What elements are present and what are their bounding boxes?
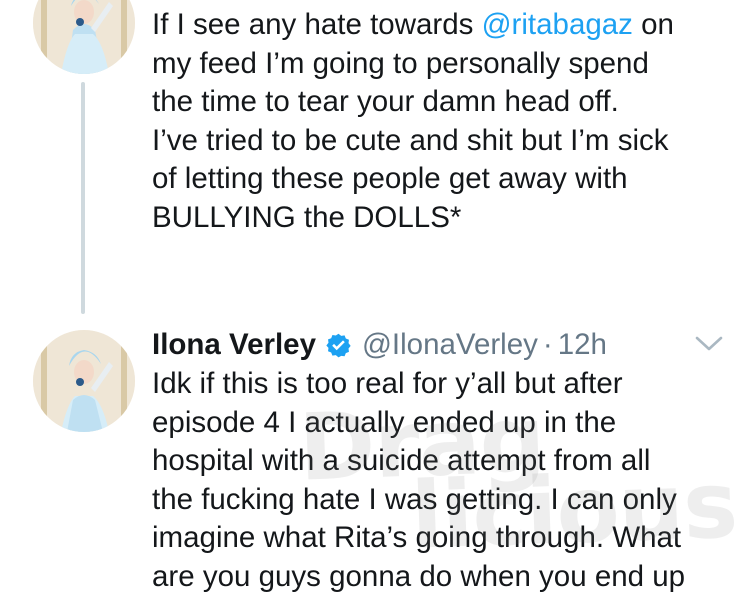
handle[interactable]: @IlonaVerley	[362, 328, 538, 362]
tweet-2-header: Ilona Verley @IlonaVerley · 12h	[152, 325, 607, 365]
separator-dot: ·	[542, 328, 553, 361]
mention-link[interactable]: @ritabagaz	[482, 8, 633, 41]
tweet-2-text: Idk if this is too real for y’all but af…	[152, 365, 722, 597]
tweet-1-line: If I see any hate towards @ritabagaz on	[152, 8, 674, 41]
timestamp[interactable]: 12h	[558, 328, 607, 362]
tweet-1-line: of letting these people get away with	[152, 162, 628, 196]
tweet-2-line: imagine what Rita’s going through. What	[152, 521, 682, 555]
avatar-image	[33, 0, 135, 74]
tweet-2-line: episode 4 I actually ended up in the	[152, 405, 617, 439]
tweet-2-line: are you guys gonna do when you end up	[152, 559, 686, 593]
tweet-2-line: hospital with a suicide attempt from all	[152, 444, 651, 478]
thread-line	[81, 82, 85, 314]
tweet-1-text: If I see any hate towards @ritabagaz on …	[152, 6, 722, 238]
display-name[interactable]: Ilona Verley	[152, 328, 316, 362]
verified-badge-icon	[326, 333, 351, 357]
tweet-1-line: my feed I’m going to personally spend	[152, 46, 649, 80]
chevron-down-icon[interactable]	[694, 333, 724, 355]
tweet-2-line: Idk if this is too real for y’all but af…	[152, 367, 623, 400]
tweet-1-line: the time to tear your damn head off.	[152, 85, 619, 119]
tweet-1-line: I’ve tried to be cute and shit but I’m s…	[152, 123, 669, 157]
avatar[interactable]	[33, 330, 135, 432]
tweet-2-line: the fucking hate I was getting. I can on…	[152, 482, 677, 516]
avatar[interactable]	[33, 0, 135, 74]
tweet-1-line: BULLYING the DOLLS*	[152, 200, 462, 234]
avatar-image	[33, 330, 135, 432]
